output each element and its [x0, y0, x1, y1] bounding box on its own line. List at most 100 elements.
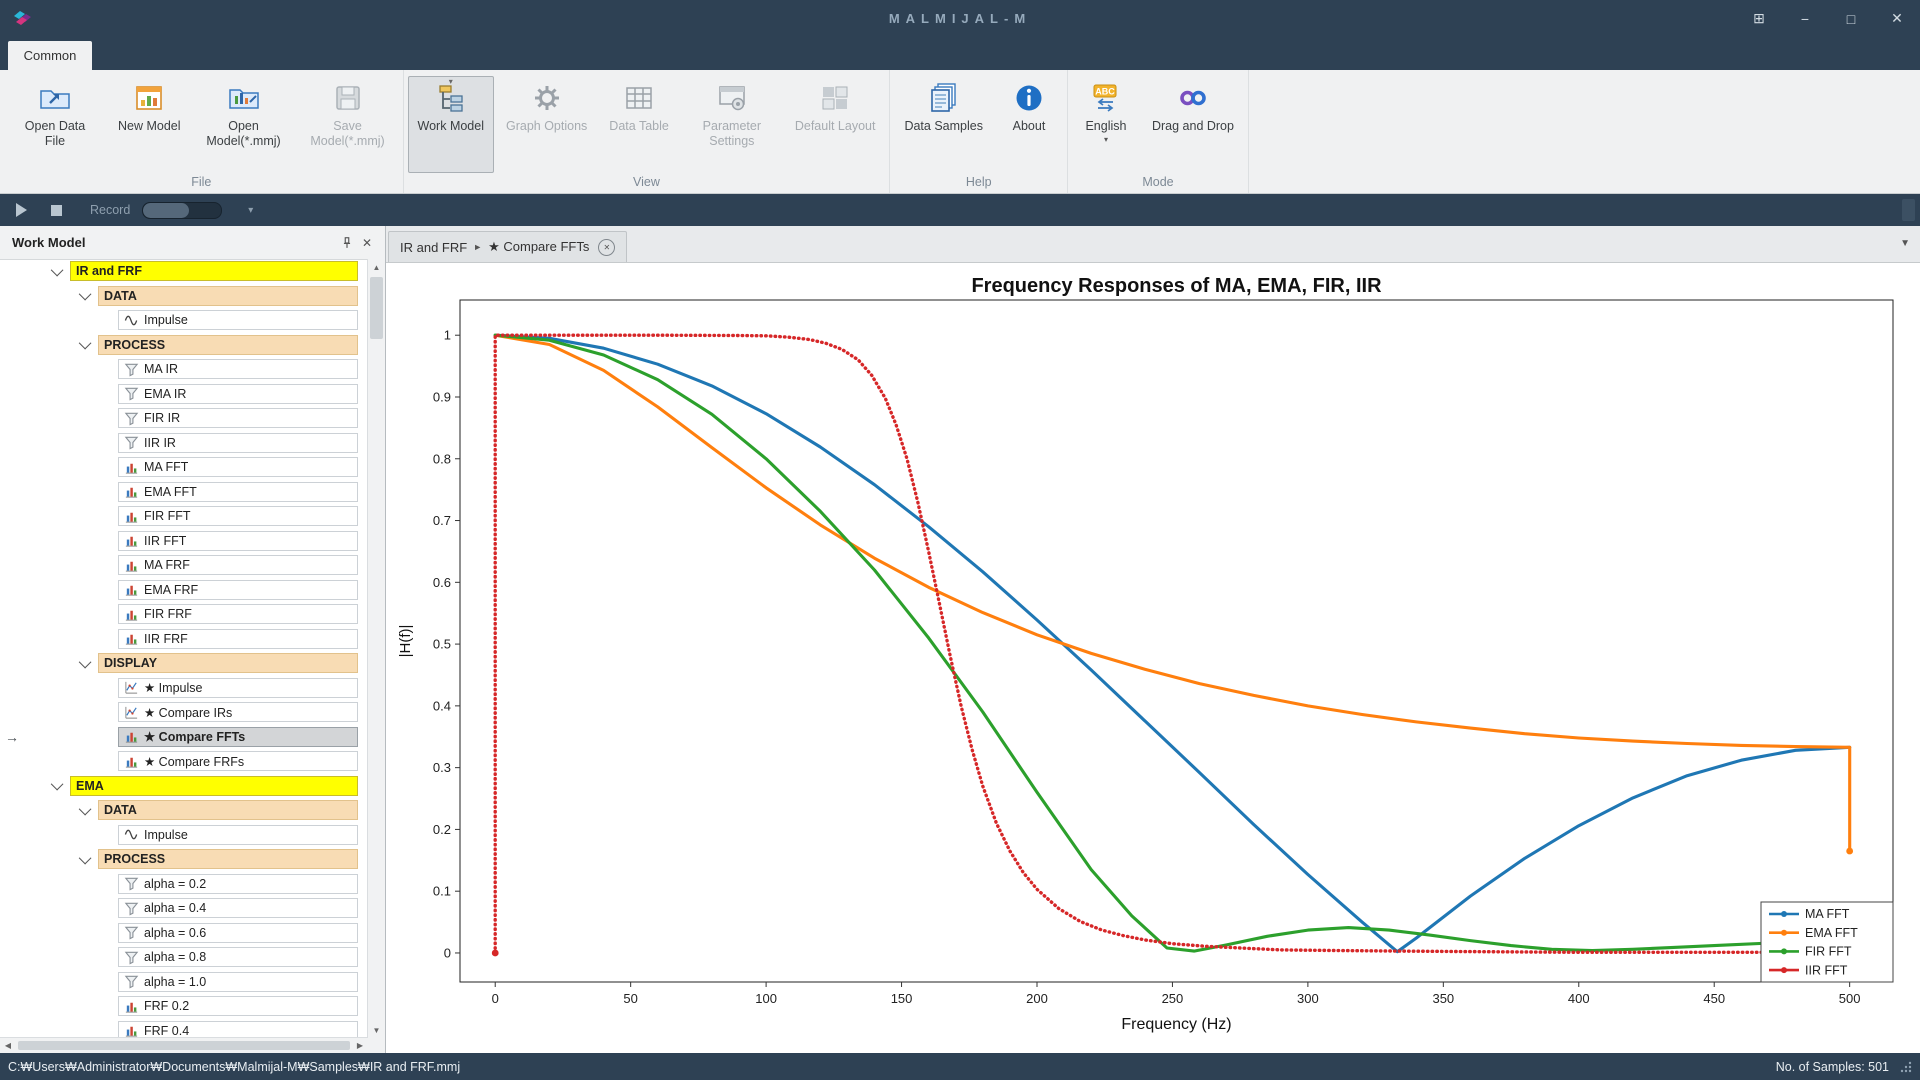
- english-button[interactable]: ABCEnglish▾: [1072, 76, 1140, 173]
- tree-item-label: alpha = 0.2: [144, 877, 206, 891]
- tab-list-dropdown-icon[interactable]: ▼: [1900, 238, 1910, 249]
- tree-item-display[interactable]: DISPLAY: [98, 653, 358, 673]
- wave-icon: [124, 827, 139, 842]
- ribbon-tab-common[interactable]: Common: [8, 41, 92, 70]
- tree-item-ema-frf[interactable]: EMA FRF: [118, 580, 358, 600]
- tree-row: DATA: [0, 798, 368, 823]
- tree-item-process[interactable]: PROCESS: [98, 849, 358, 869]
- play-icon[interactable]: [16, 203, 27, 217]
- tree-item-data[interactable]: DATA: [98, 800, 358, 820]
- open-data-file-icon: [39, 82, 71, 114]
- tree-vertical-scrollbar[interactable]: ▲ ▼: [367, 259, 385, 1038]
- tree-item-process[interactable]: PROCESS: [98, 335, 358, 355]
- maximize-button[interactable]: □: [1828, 0, 1874, 37]
- tree-item-fir-ir[interactable]: FIR IR: [118, 408, 358, 428]
- wave-icon: [124, 313, 139, 328]
- expand-chevron-icon[interactable]: [79, 655, 92, 668]
- tree-row: alpha = 0.6: [0, 921, 368, 946]
- tree-row: FIR FFT: [0, 504, 368, 529]
- resize-grip-icon[interactable]: [1899, 1060, 1912, 1073]
- tree-row: Impulse: [0, 308, 368, 333]
- tree-horizontal-scrollbar[interactable]: ◀ ▶: [0, 1037, 368, 1053]
- tree-item-frf-0-4[interactable]: FRF 0.4: [118, 1021, 358, 1038]
- tree-item-data[interactable]: DATA: [98, 286, 358, 306]
- scroll-down-icon[interactable]: ▼: [368, 1022, 385, 1038]
- tree-item-impulse[interactable]: Impulse: [118, 825, 358, 845]
- tree-item-label: FIR FFT: [144, 509, 191, 523]
- close-button[interactable]: ✕: [1874, 0, 1920, 37]
- expand-chevron-icon[interactable]: [79, 288, 92, 301]
- expand-chevron-icon[interactable]: [79, 802, 92, 815]
- toolbar-overflow-handle[interactable]: [1902, 199, 1915, 221]
- work-model-button[interactable]: ▾Work Model: [408, 76, 494, 173]
- vertical-scroll-thumb[interactable]: [370, 277, 383, 339]
- tree-item-compare-ffts[interactable]: ★ Compare FFTs: [118, 727, 358, 747]
- tab-close-icon[interactable]: ✕: [598, 239, 615, 256]
- tree-row: ★ Impulse: [0, 676, 368, 701]
- document-area: IR and FRF ► ★ Compare FFTs ✕ ▼ 05010015…: [386, 226, 1920, 1053]
- new-model-button[interactable]: New Model: [108, 76, 191, 173]
- scroll-left-icon[interactable]: ◀: [0, 1038, 16, 1053]
- record-toggle-thumb[interactable]: [143, 203, 188, 218]
- tree-item-ma-frf[interactable]: MA FRF: [118, 555, 358, 575]
- record-dropdown-icon[interactable]: ▾: [248, 205, 253, 216]
- tree-item-iir-fft[interactable]: IIR FFT: [118, 531, 358, 551]
- tree-item-ema-ir[interactable]: EMA IR: [118, 384, 358, 404]
- barchart-icon: [124, 460, 139, 475]
- tree-item-compare-frfs[interactable]: ★ Compare FRFs: [118, 751, 358, 771]
- pin-icon[interactable]: [337, 233, 357, 253]
- scroll-right-icon[interactable]: ▶: [352, 1038, 368, 1053]
- chevron-down-icon[interactable]: ▾: [1104, 136, 1108, 143]
- minimize-button[interactable]: −: [1782, 0, 1828, 37]
- tree-item-alpha-0-8[interactable]: alpha = 0.8: [118, 947, 358, 967]
- tree-item-alpha-0-4[interactable]: alpha = 0.4: [118, 898, 358, 918]
- expand-chevron-icon[interactable]: [79, 851, 92, 864]
- about-button[interactable]: About: [995, 76, 1063, 173]
- tree-item-ma-ir[interactable]: MA IR: [118, 359, 358, 379]
- scroll-up-icon[interactable]: ▲: [368, 259, 385, 275]
- tree-item-alpha-0-2[interactable]: alpha = 0.2: [118, 874, 358, 894]
- x-tick-label: 200: [1026, 991, 1048, 1006]
- samples-count-label: No. of Samples: 501: [1776, 1060, 1889, 1074]
- data-samples-button[interactable]: Data Samples: [894, 76, 993, 173]
- filter-icon: [124, 974, 139, 989]
- stop-icon[interactable]: [51, 205, 62, 216]
- tree-item-alpha-0-6[interactable]: alpha = 0.6: [118, 923, 358, 943]
- tree-item-ir-and-frf[interactable]: IR and FRF: [70, 261, 358, 281]
- tree-row: alpha = 1.0: [0, 970, 368, 995]
- tree-item-fir-frf[interactable]: FIR FRF: [118, 604, 358, 624]
- tree-item-fir-fft[interactable]: FIR FFT: [118, 506, 358, 526]
- tree-item-iir-frf[interactable]: IIR FRF: [118, 629, 358, 649]
- tree-row: MA FFT: [0, 455, 368, 480]
- tree-row: FIR IR: [0, 406, 368, 431]
- horizontal-scroll-thumb[interactable]: [18, 1041, 350, 1050]
- tab-compare-ffts[interactable]: IR and FRF ► ★ Compare FFTs ✕: [388, 231, 627, 262]
- ribbon-group-label-help: Help: [893, 173, 1064, 193]
- tree-item-impulse[interactable]: Impulse: [118, 310, 358, 330]
- expand-chevron-icon[interactable]: [79, 337, 92, 350]
- record-toggle[interactable]: [142, 202, 222, 219]
- tree-item-ema[interactable]: EMA: [70, 776, 358, 796]
- panel-close-icon[interactable]: ✕: [357, 233, 377, 253]
- tree-item-label: EMA IR: [144, 387, 186, 401]
- tree-item-ema-fft[interactable]: EMA FFT: [118, 482, 358, 502]
- tree-item-ma-fft[interactable]: MA FFT: [118, 457, 358, 477]
- tree-row: ★ Compare IRs: [0, 700, 368, 725]
- status-bar: C:₩Users₩Administrator₩Documents₩Malmija…: [0, 1053, 1920, 1080]
- open-data-file-button[interactable]: Open Data File: [4, 76, 106, 173]
- open-model-mmj-button[interactable]: Open Model(*.mmj): [193, 76, 295, 173]
- tree-item-alpha-1-0[interactable]: alpha = 1.0: [118, 972, 358, 992]
- tree-item-label: alpha = 0.8: [144, 950, 206, 964]
- expand-chevron-icon[interactable]: [51, 778, 64, 791]
- tree-item-impulse[interactable]: ★ Impulse: [118, 678, 358, 698]
- expand-chevron-icon[interactable]: [51, 263, 64, 276]
- tree-row: IIR FRF: [0, 627, 368, 652]
- tree-row: EMA IR: [0, 382, 368, 407]
- tree-row: DATA: [0, 284, 368, 309]
- drag-and-drop-button[interactable]: Drag and Drop: [1142, 76, 1244, 173]
- layout-options-button[interactable]: ⊞: [1736, 0, 1782, 37]
- tree-item-compare-irs[interactable]: ★ Compare IRs: [118, 702, 358, 722]
- tree-item-frf-0-2[interactable]: FRF 0.2: [118, 996, 358, 1016]
- tree-item-iir-ir[interactable]: IIR IR: [118, 433, 358, 453]
- tree-item-label: IR and FRF: [76, 264, 142, 278]
